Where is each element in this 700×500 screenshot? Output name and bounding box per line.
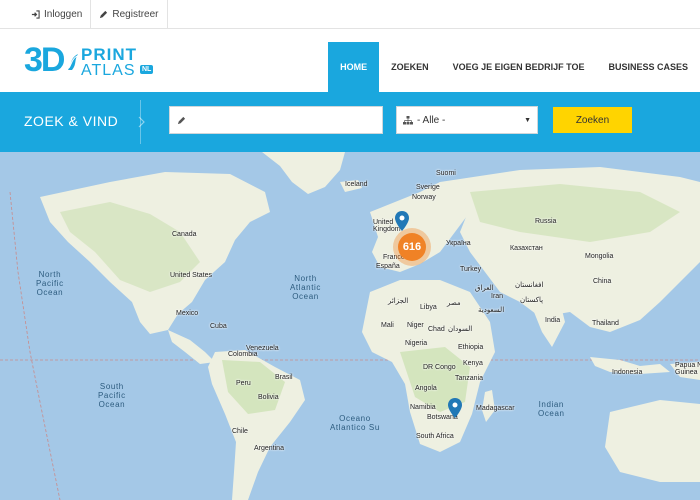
map-pin-icon[interactable] [395, 211, 409, 231]
ocean-label-north-atlantic: North Atlantic Ocean [290, 274, 322, 302]
keyword-input[interactable] [192, 107, 382, 133]
place-label: Colombia [228, 351, 258, 358]
map-pin-icon[interactable] [448, 398, 462, 418]
place-label: مصر [447, 300, 461, 307]
place-label: DR Congo [423, 364, 456, 371]
place-label: Peru [236, 380, 251, 387]
place-label: الجزائر [388, 298, 409, 305]
ocean-label-indian: Indian Ocean [538, 400, 565, 419]
place-label: Chile [232, 428, 248, 435]
place-label: Brasil [275, 374, 293, 381]
place-label: Suomi [436, 170, 456, 177]
logo-tld-badge: NL [140, 65, 154, 74]
sitemap-icon [403, 115, 413, 124]
nav-add-company[interactable]: VOEG JE EIGEN BEDRIJF TOE [441, 42, 597, 92]
site-header: 3D PRINT ATLAS NL HOME ZOEKEN VOEG JE EI… [0, 29, 700, 92]
place-label: Казахстан [510, 245, 543, 252]
place-label: Namibia [410, 404, 436, 411]
place-label: Cuba [210, 323, 227, 330]
place-label: Iceland [345, 181, 368, 188]
login-link[interactable]: Inloggen [0, 0, 92, 28]
place-label: India [545, 317, 561, 324]
place-label: افغانستان [515, 282, 544, 289]
place-label: Canada [172, 231, 197, 238]
place-label: العراق [475, 285, 494, 292]
pencil-icon [177, 116, 186, 124]
cluster-count: 616 [398, 233, 426, 261]
caret-down-icon: ▼ [524, 116, 531, 124]
place-label: España [376, 263, 400, 270]
place-label: Mexico [176, 310, 199, 317]
sign-in-icon [31, 9, 40, 19]
login-label: Inloggen [44, 8, 83, 20]
logo-atlas: ATLAS [81, 62, 136, 79]
place-label: Nigeria [405, 340, 428, 347]
place-label: Papua New Guinea [675, 362, 700, 376]
place-label: Russia [535, 218, 557, 225]
place-label: Libya [420, 304, 437, 311]
place-label: Sverige [416, 184, 440, 191]
main-nav: HOME ZOEKEN VOEG JE EIGEN BEDRIJF TOE BU… [328, 42, 700, 92]
logo-print: PRINT [81, 45, 137, 64]
ocean-label-south-atlantic: Oceano Atlantico Su [330, 414, 380, 433]
register-link[interactable]: Registreer [91, 0, 168, 28]
place-label: Norway [412, 194, 436, 201]
place-label: السودان [448, 326, 473, 333]
top-utility-bar: Inloggen Registreer [0, 0, 700, 29]
place-label: Madagascar [476, 405, 515, 412]
place-label: Україна [446, 240, 471, 247]
search-button[interactable]: Zoeken [553, 107, 632, 133]
place-label: Iran [491, 293, 504, 300]
place-label: Argentina [254, 445, 284, 452]
category-selected: - Alle - [417, 114, 446, 126]
place-label: South Africa [416, 433, 454, 440]
place-label: United States [170, 272, 213, 279]
nav-business-cases[interactable]: BUSINESS CASES [596, 42, 700, 92]
place-label: China [593, 278, 612, 285]
nav-home[interactable]: HOME [328, 42, 380, 92]
marker-cluster[interactable]: 616 [393, 228, 431, 266]
keyword-field[interactable] [169, 106, 383, 134]
search-band: ZOEK & VIND - Alle - ▼ Zoeken [0, 92, 700, 152]
logo-swirl-icon [68, 54, 78, 70]
nav-zoeken[interactable]: ZOEKEN [379, 42, 441, 92]
register-label: Registreer [112, 8, 159, 20]
chevron-right-icon [138, 116, 145, 128]
ocean-label-north-pacific: North Pacific Ocean [36, 270, 64, 298]
place-label: Ethiopia [458, 344, 484, 351]
place-label: پاکستان [520, 297, 544, 304]
world-map[interactable]: North Pacific Ocean North Atlantic Ocean… [0, 152, 700, 500]
place-label: Indonesia [612, 369, 643, 376]
site-logo[interactable]: 3D PRINT ATLAS NL [24, 41, 154, 82]
place-label: Mali [381, 322, 394, 329]
place-label: Bolivia [258, 394, 279, 401]
place-label: Tanzania [455, 375, 484, 382]
place-label: Angola [415, 385, 437, 392]
place-label: السعودية [478, 307, 505, 314]
place-label: Chad [428, 326, 445, 333]
place-label: Mongolia [585, 253, 614, 260]
pencil-icon [100, 10, 108, 18]
category-select[interactable]: - Alle - ▼ [396, 106, 538, 134]
ocean-label-south-pacific: South Pacific Ocean [98, 382, 126, 410]
place-label: Thailand [592, 320, 619, 327]
place-label: Niger [407, 322, 424, 329]
search-title: ZOEK & VIND [24, 113, 119, 129]
logo-3d: 3D [24, 41, 65, 79]
place-label: Kenya [463, 360, 483, 367]
place-label: Turkey [460, 266, 482, 273]
